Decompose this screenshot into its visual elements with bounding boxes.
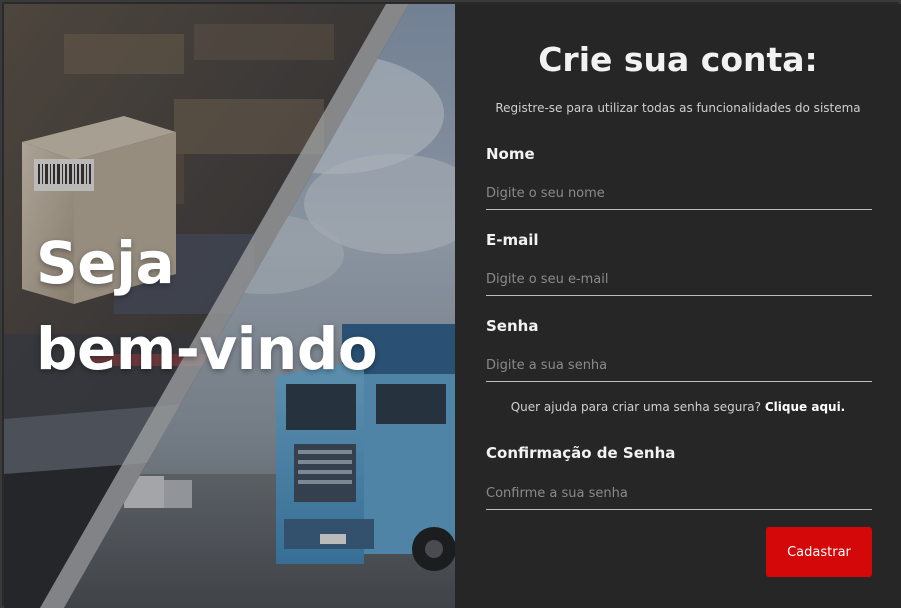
hero-image: Seja bem-vindo (4, 4, 455, 608)
confirm-password-input[interactable] (486, 478, 872, 510)
name-input[interactable] (486, 178, 872, 210)
password-help: Quer ajuda para criar uma senha segura? … (455, 400, 901, 414)
password-help-text: Quer ajuda para criar uma senha segura? (510, 400, 762, 414)
confirm-password-label: Confirmação de Senha (486, 444, 676, 462)
password-label: Senha (486, 317, 539, 335)
welcome-heading: Seja bem-vindo (36, 220, 378, 392)
name-label: Nome (486, 145, 535, 163)
submit-button[interactable]: Cadastrar (766, 527, 872, 577)
page-title: Crie sua conta: (538, 40, 818, 79)
welcome-line-1: Seja (36, 229, 175, 297)
password-help-link[interactable]: Clique aqui. (765, 400, 845, 414)
password-input[interactable] (486, 350, 872, 382)
welcome-line-2: bem-vindo (36, 315, 378, 383)
signup-panel: Crie sua conta: Registre-se para utiliza… (455, 4, 901, 608)
email-input[interactable] (486, 264, 872, 296)
page-frame: Seja bem-vindo Crie sua conta: Registre-… (0, 0, 901, 608)
page-subtitle: Registre-se para utilizar todas as funci… (495, 101, 861, 115)
email-label: E-mail (486, 231, 539, 249)
